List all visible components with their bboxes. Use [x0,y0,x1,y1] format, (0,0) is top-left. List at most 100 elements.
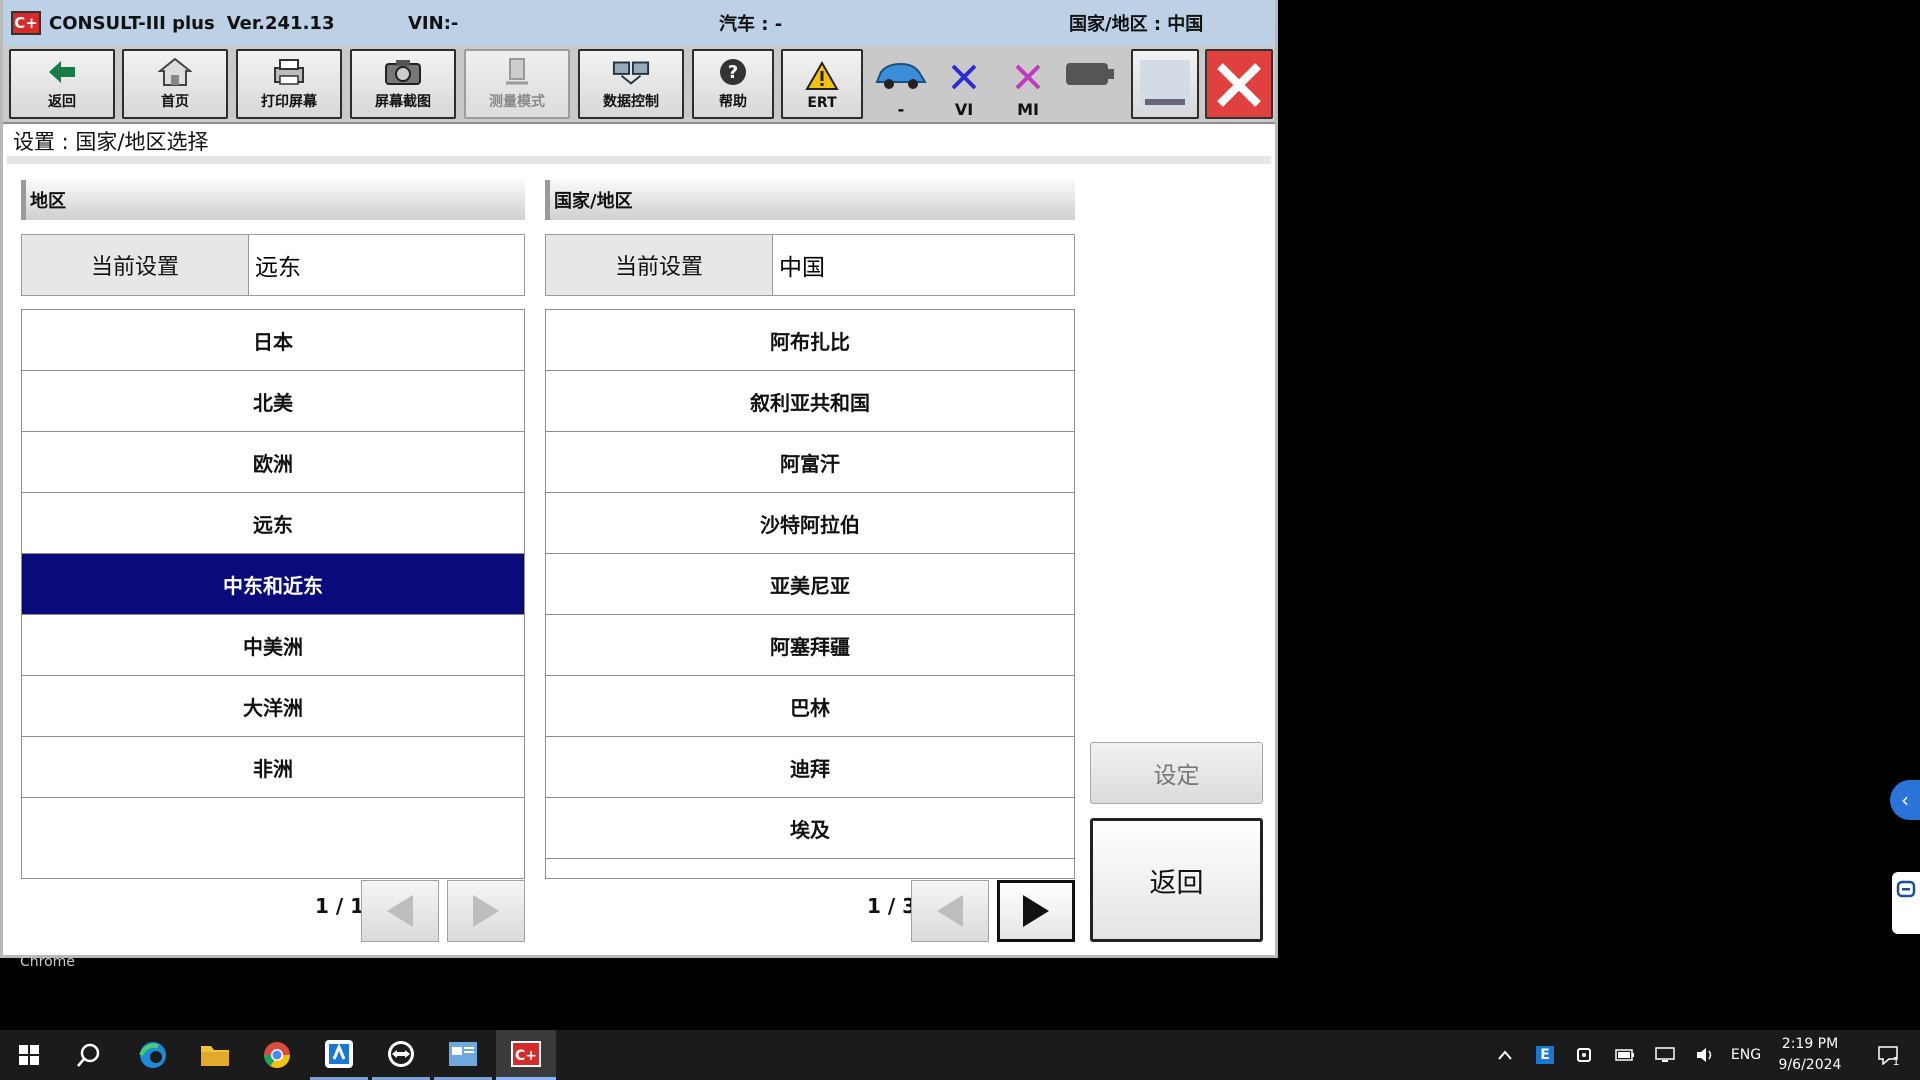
page-breadcrumb: 设置 : 国家/地区选择 [13,130,209,154]
country-item-armenia[interactable]: 亚美尼亚 [546,554,1074,615]
country-prev-page-button[interactable] [911,880,989,942]
camera-icon [384,57,422,87]
country-item-syria[interactable]: 叙利亚共和国 [546,371,1074,432]
ert-button[interactable]: ERT [781,49,863,119]
separator-bar [7,156,1271,164]
back-toolbar-button[interactable]: 返回 [9,49,115,119]
teamviewer-icon [388,1040,414,1067]
taskbar-chrome[interactable] [248,1030,306,1080]
camera-meet-icon [1577,1048,1591,1062]
minimize-button[interactable] [1131,49,1199,119]
close-app-button[interactable] [1205,49,1273,119]
start-button[interactable] [0,1030,58,1080]
triangle-right-icon [1023,895,1049,927]
taskbar-app-blue[interactable] [310,1030,368,1080]
country-item-abu-dhabi[interactable]: 阿布扎比 [546,310,1074,371]
country-item-azerbaijan[interactable]: 阿塞拜疆 [546,615,1074,676]
taskbar-search-button[interactable] [60,1030,118,1080]
data-control-button[interactable]: 数据控制 [578,49,684,119]
region-item-far-east[interactable]: 远东 [22,493,524,554]
region-item-japan[interactable]: 日本 [22,310,524,371]
chevron-left-icon: ‹ [1901,788,1909,812]
region-item-europe[interactable]: 欧洲 [22,432,524,493]
country-item-egypt[interactable]: 埃及 [546,798,1074,859]
tray-e-icon: E [1536,1046,1554,1064]
screenshot-button[interactable]: 屏幕截图 [350,49,456,119]
region-item-oceania[interactable]: 大洋洲 [22,676,524,737]
taskbar-teamviewer[interactable] [372,1030,430,1080]
chevron-up-icon [1498,1050,1512,1060]
svg-text:?: ? [728,62,738,83]
region-item-north-america[interactable]: 北美 [22,371,524,432]
vin-label: VIN:- [408,12,459,34]
region-prev-page-button[interactable] [361,880,439,942]
country-item-dubai[interactable]: 迪拜 [546,737,1074,798]
taskbar-edge[interactable] [124,1030,182,1080]
home-toolbar-button[interactable]: 首页 [122,49,228,119]
taskbar-app-window[interactable] [434,1030,492,1080]
country-next-page-button[interactable] [997,880,1075,942]
printer-icon [270,57,308,87]
region-panel-header: 地区 [21,180,525,220]
toolbar: 返回 首页 打印屏幕 屏幕截图 测量模式 数据控制 ? 帮助 ERT - VI … [3,46,1275,124]
region-item-central-america[interactable]: 中美洲 [22,615,524,676]
folder-icon [201,1046,229,1066]
chrome-icon [263,1042,291,1069]
triangle-left-icon [387,895,413,927]
taskbar-clock[interactable]: 2:19 PM 9/6/2024 [1764,1034,1856,1076]
help-button[interactable]: ? 帮助 [692,49,774,119]
side-widget[interactable] [1892,872,1920,934]
search-icon [77,1043,100,1067]
minimize-icon [1139,57,1191,113]
remote-widget-icon [1896,880,1916,898]
tray-overflow-button[interactable] [1492,1030,1518,1080]
triangle-right-icon [473,895,499,927]
country-item-saudi-arabia[interactable]: 沙特阿拉伯 [546,493,1074,554]
svg-text:C+: C+ [515,1048,537,1064]
chrome-tooltip-label: Chrome [20,954,75,970]
home-icon [156,57,194,87]
vi-status-indicator: VI [941,49,987,125]
back-button[interactable]: 返回 [1090,818,1263,942]
ert-label: ERT [807,95,837,111]
region-item-middle-east[interactable]: 中东和近东 [22,554,524,615]
close-icon [1211,56,1267,114]
clock-date: 9/6/2024 [1778,1057,1842,1073]
region-next-page-button[interactable] [447,880,525,942]
tray-meet[interactable] [1570,1030,1600,1080]
battery-icon [1065,61,1115,91]
tray-volume[interactable] [1690,1030,1720,1080]
triangle-left-icon [937,895,963,927]
tray-app-e[interactable]: E [1530,1030,1560,1080]
windows-taskbar: C+ E ENG 2:19 PM 9/6/2024 1 [0,1030,1920,1080]
network-icon [1655,1047,1675,1062]
consult-app-icon: C+ [511,1040,541,1067]
data-control-label: 数据控制 [603,94,659,110]
taskbar-file-explorer[interactable] [186,1030,244,1080]
notification-count: 1 [1892,1054,1900,1068]
back-toolbar-label: 返回 [48,94,76,110]
data-control-icon [612,57,650,87]
region-page-indicator: 1 / 1 [315,894,365,918]
side-panel-toggle[interactable]: ‹ [1890,780,1920,820]
region-list: 日本 北美 欧洲 远东 中东和近东 中美洲 大洋洲 非洲 [21,309,525,879]
vi-disconnected-x-icon [949,62,979,96]
set-button[interactable]: 设定 [1090,742,1263,804]
country-item-bahrain[interactable]: 巴林 [546,676,1074,737]
region-current-value: 远东 [248,235,524,295]
app-blue-icon [325,1039,353,1068]
measure-mode-button[interactable]: 测量模式 [464,49,570,119]
edge-icon [139,1042,166,1068]
mi-status-indicator: MI [1005,49,1051,125]
taskbar-consult[interactable]: C+ [496,1030,556,1080]
tray-network[interactable] [1650,1030,1680,1080]
notification-center-button[interactable]: 1 [1866,1030,1910,1080]
print-screen-button[interactable]: 打印屏幕 [236,49,342,119]
country-item-afghanistan[interactable]: 阿富汗 [546,432,1074,493]
print-screen-label: 打印屏幕 [261,94,317,110]
tray-battery[interactable] [1610,1030,1640,1080]
back-arrow-icon [43,57,81,87]
tray-language[interactable]: ENG [1726,1030,1766,1080]
country-current-label: 当前设置 [546,235,772,295]
region-item-africa[interactable]: 非洲 [22,737,524,798]
